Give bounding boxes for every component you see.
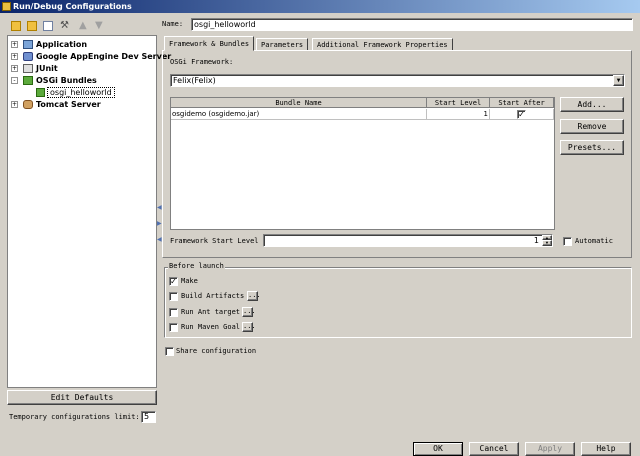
junit-icon bbox=[23, 64, 33, 73]
expand-icon[interactable]: + bbox=[11, 65, 18, 72]
run-ant-checkbox[interactable] bbox=[169, 308, 178, 317]
expand-icon[interactable]: + bbox=[11, 101, 18, 108]
collapse-right-icon[interactable]: ▶ bbox=[157, 220, 162, 227]
share-label: Share configuration bbox=[176, 347, 257, 355]
osgi-bundle-icon bbox=[36, 88, 45, 97]
expand-icon[interactable]: + bbox=[11, 53, 18, 60]
osgi-icon bbox=[23, 76, 33, 85]
tree-item-label: Google AppEngine Dev Server bbox=[36, 52, 172, 61]
framework-selected-value: Felix(Felix) bbox=[173, 76, 216, 85]
wrench-icon[interactable]: ⚒ bbox=[60, 21, 70, 31]
name-input[interactable]: osgi_helloworld bbox=[191, 18, 633, 31]
make-checkbox[interactable]: ✓ bbox=[169, 277, 178, 286]
up-arrow-icon[interactable]: ▲ bbox=[79, 21, 89, 31]
tree-item-label: JUnit bbox=[36, 64, 58, 73]
temp-limit-input[interactable]: 5 bbox=[141, 411, 156, 423]
title-bar: Run/Debug Configurations bbox=[0, 0, 640, 13]
tree-item-label: Tomcat Server bbox=[36, 100, 101, 109]
share-checkbox[interactable] bbox=[165, 347, 174, 356]
ok-button[interactable]: OK bbox=[413, 442, 463, 456]
copy-icon[interactable] bbox=[43, 21, 53, 31]
down-arrow-icon[interactable]: ▼ bbox=[95, 21, 105, 31]
expand-icon[interactable]: + bbox=[11, 41, 18, 48]
chevron-down-icon[interactable]: ▼ bbox=[613, 75, 624, 86]
run-maven-label: Run Maven Goal bbox=[181, 323, 241, 331]
collapse-left-icon[interactable]: ◀ bbox=[157, 236, 162, 243]
add-icon[interactable] bbox=[11, 21, 21, 31]
app-icon bbox=[2, 2, 11, 11]
name-label: Name: bbox=[162, 20, 184, 28]
help-button[interactable]: Help bbox=[581, 442, 631, 456]
build-artifacts-more-button[interactable]: ... bbox=[247, 291, 261, 301]
tree-item-label: osgi_helloworld bbox=[47, 87, 115, 98]
start-level-spinner[interactable]: 1 ▲ ▼ bbox=[263, 234, 553, 247]
add-bundle-button[interactable]: Add... bbox=[560, 97, 624, 112]
tree-item-label: OSGi Bundles bbox=[36, 76, 97, 85]
build-artifacts-checkbox[interactable] bbox=[169, 292, 178, 301]
run-ant-more-button[interactable]: ... bbox=[242, 307, 256, 317]
before-launch-title: Before launch bbox=[168, 262, 225, 270]
presets-button[interactable]: Presets... bbox=[560, 140, 624, 155]
make-label: Make bbox=[181, 277, 198, 285]
application-icon bbox=[23, 40, 33, 49]
framework-select[interactable]: Felix(Felix) ▼ bbox=[170, 74, 625, 87]
edit-defaults-button[interactable]: Edit Defaults bbox=[7, 390, 157, 405]
window-title: Run/Debug Configurations bbox=[13, 2, 132, 11]
tomcat-icon bbox=[23, 100, 33, 109]
column-header-start-after[interactable]: Start After bbox=[490, 98, 554, 108]
tree-item-label: Application bbox=[36, 40, 88, 49]
spinner-down-icon[interactable]: ▼ bbox=[542, 240, 552, 246]
framework-label: OSGi Framework: bbox=[170, 58, 234, 66]
automatic-checkbox[interactable] bbox=[563, 237, 572, 246]
cancel-button[interactable]: Cancel bbox=[469, 442, 519, 456]
temp-limit-label: Temporary configurations limit: bbox=[9, 413, 140, 421]
start-after-checkbox[interactable]: ✓ bbox=[517, 110, 526, 119]
build-artifacts-label: Build Artifacts bbox=[181, 292, 245, 300]
cell-start-after[interactable]: ✓ bbox=[490, 109, 554, 120]
run-maven-more-button[interactable]: ... bbox=[242, 322, 256, 332]
run-maven-checkbox[interactable] bbox=[169, 323, 178, 332]
cell-start-level[interactable]: 1 bbox=[427, 109, 490, 120]
tab-framework-bundles[interactable]: Framework & Bundles bbox=[164, 36, 255, 51]
collapse-left-icon[interactable]: ◀ bbox=[157, 204, 162, 211]
bundles-table[interactable]: Bundle Name Start Level Start After osgi… bbox=[170, 97, 555, 230]
start-level-value: 1 bbox=[533, 236, 539, 245]
appengine-icon bbox=[23, 52, 33, 61]
column-header-start-level[interactable]: Start Level bbox=[427, 98, 490, 108]
collapse-icon[interactable]: - bbox=[11, 77, 18, 84]
run-ant-label: Run Ant target bbox=[181, 308, 241, 316]
column-header-bundle-name[interactable]: Bundle Name bbox=[171, 98, 427, 108]
start-level-label: Framework Start Level bbox=[170, 237, 259, 245]
apply-button[interactable]: Apply bbox=[525, 442, 575, 456]
remove-bundle-button[interactable]: Remove bbox=[560, 119, 624, 134]
automatic-label: Automatic bbox=[575, 237, 613, 245]
cell-bundle-name[interactable]: osgidemo (osgidemo.jar) bbox=[171, 109, 427, 120]
remove-icon[interactable] bbox=[27, 21, 37, 31]
